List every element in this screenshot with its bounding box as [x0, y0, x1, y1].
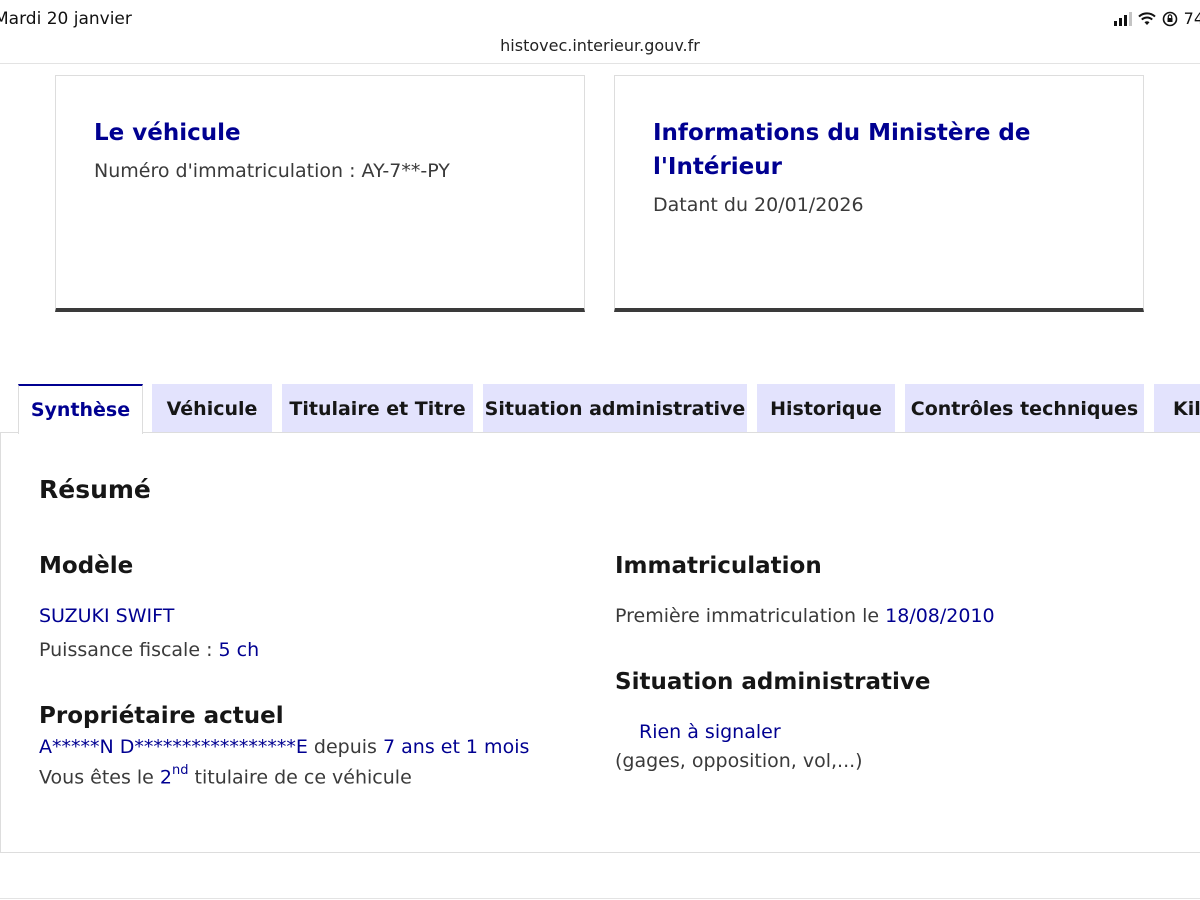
synthese-panel: Résumé Modèle SUZUKI SWIFT Puissance fis… — [0, 432, 1200, 853]
fiscal-power-label: Puissance fiscale : — [39, 639, 219, 661]
summary-title: Résumé — [39, 475, 151, 504]
ministry-card: Informations du Ministère de l'Intérieur… — [614, 75, 1144, 312]
registration-number: Numéro d'immatriculation : AY-7**-PY — [94, 160, 450, 182]
cellular-signal-icon — [1113, 11, 1132, 26]
registration-heading: Immatriculation — [615, 553, 822, 579]
fiscal-power: Puissance fiscale : 5 ch — [39, 639, 259, 661]
fiscal-power-value: 5 ch — [218, 639, 260, 661]
owner-rank-number: 2 — [159, 766, 172, 789]
owner-since-value: 7 ans et 1 mois — [383, 736, 530, 758]
tab-titulaire-et-titre[interactable]: Titulaire et Titre — [282, 384, 473, 433]
status-icons: 74 — [1113, 9, 1200, 28]
tab-controles-techniques[interactable]: Contrôles techniques — [905, 384, 1144, 433]
address-bar-divider — [0, 63, 1200, 64]
ministry-card-title[interactable]: Informations du Ministère de l'Intérieur — [653, 116, 1113, 184]
first-registration-date: 18/08/2010 — [885, 605, 995, 627]
wifi-icon — [1137, 11, 1156, 25]
vehicle-card-title[interactable]: Le véhicule — [94, 116, 554, 150]
tab-synthese[interactable]: Synthèse — [18, 384, 143, 434]
owner-rank: Vous êtes le 2nd titulaire de ce véhicul… — [39, 763, 412, 789]
bottom-divider — [0, 898, 1200, 899]
owner-rank-prefix: Vous êtes le — [39, 766, 160, 789]
status-bar: Mardi 20 janvier 74 — [0, 0, 1200, 36]
vehicle-card: Le véhicule Numéro d'immatriculation : A… — [55, 75, 585, 312]
status-date: Mardi 20 janvier — [0, 9, 132, 29]
tab-kilometrage[interactable]: Kilo — [1154, 384, 1200, 433]
model-heading: Modèle — [39, 553, 134, 579]
admin-status-note: (gages, opposition, vol,...) — [615, 750, 863, 772]
battery-percentage: 74 — [1183, 9, 1200, 28]
address-bar[interactable]: histovec.interieur.gouv.fr — [0, 36, 1200, 64]
orientation-lock-icon — [1162, 11, 1177, 26]
first-registration: Première immatriculation le 18/08/2010 — [615, 605, 995, 627]
first-registration-label: Première immatriculation le — [615, 605, 886, 627]
model-name: SUZUKI SWIFT — [39, 605, 175, 627]
ministry-data-date: Datant du 20/01/2026 — [653, 194, 864, 216]
admin-status-value: Rien à signaler — [639, 721, 781, 743]
owner-heading: Propriétaire actuel — [39, 703, 284, 729]
owner-rank-rest: titulaire de ce véhicule — [188, 766, 412, 789]
tab-vehicule[interactable]: Véhicule — [152, 384, 272, 433]
tab-bar: Synthèse Véhicule Titulaire et Titre Sit… — [0, 384, 1200, 434]
owner-name: A*****N D*****************E — [39, 736, 308, 758]
owner-since-label: depuis — [307, 736, 383, 758]
owner-rank-suffix: nd — [172, 763, 189, 778]
tab-situation-administrative[interactable]: Situation administrative — [483, 384, 747, 433]
tab-historique[interactable]: Historique — [757, 384, 895, 433]
owner-line: A*****N D*****************E depuis 7 ans… — [39, 736, 529, 758]
admin-status-heading: Situation administrative — [615, 669, 931, 695]
